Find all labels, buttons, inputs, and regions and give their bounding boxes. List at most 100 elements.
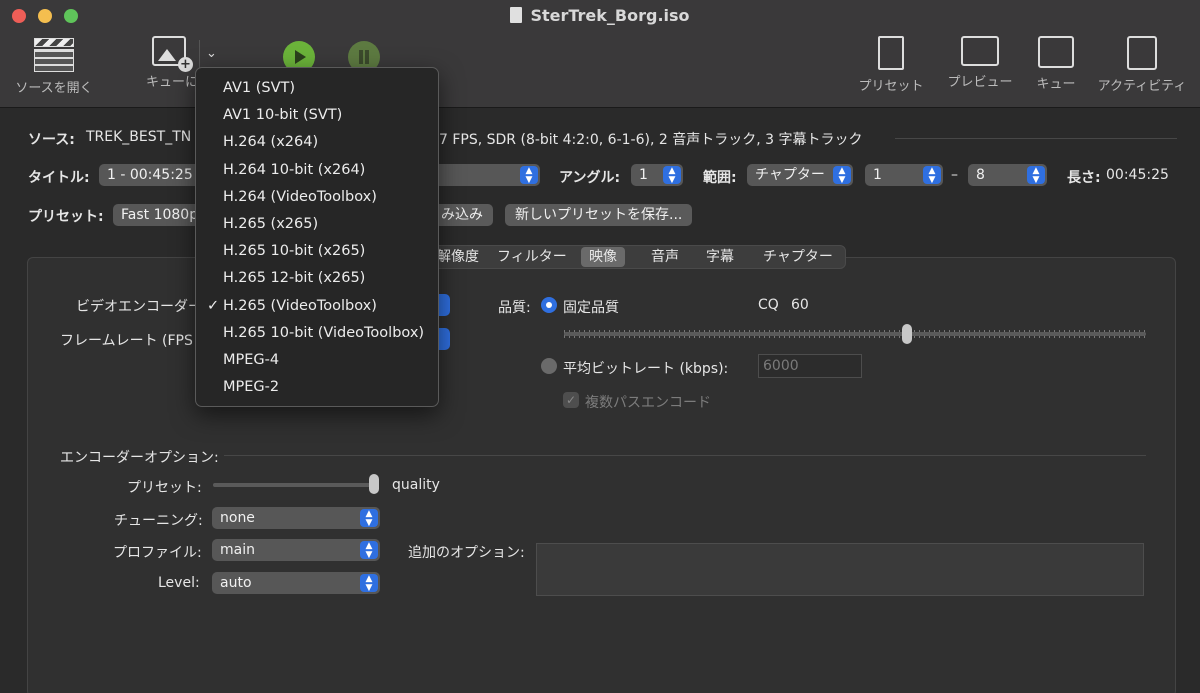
encoder-menu-item[interactable]: MPEG-4 — [196, 347, 438, 374]
angle-label: アングル: — [559, 170, 621, 186]
multipass-label: 複数パスエンコード — [585, 395, 711, 411]
source-divider — [895, 138, 1177, 139]
encoder-menu-item-label: H.265 10-bit (VideoToolbox) — [223, 324, 425, 341]
cq-value: 60 — [791, 297, 809, 313]
level-value: auto — [220, 575, 252, 591]
encoder-preset-value: quality — [392, 477, 440, 493]
framerate-label: フレームレート (FPS — [60, 333, 193, 349]
encoder-menu-item[interactable]: H.265 10-bit (x265) — [196, 238, 438, 265]
average-bitrate-label: 平均ビットレート (kbps): — [563, 361, 729, 377]
quality-slider-knob[interactable] — [902, 324, 913, 344]
encoder-preset-label: プリセット: — [127, 480, 202, 496]
encoder-menu-item-label: MPEG-2 — [223, 379, 280, 396]
encoder-menu-item[interactable]: H.265 12-bit (x265) — [196, 265, 438, 292]
tune-select[interactable]: none ▲ ▼ — [212, 507, 380, 529]
updown-arrows-icon: ▲ ▼ — [360, 574, 378, 593]
encoder-menu-item-label: AV1 10-bit (SVT) — [223, 107, 343, 124]
checkmark-icon: ✓ — [207, 297, 220, 314]
profile-label: プロファイル: — [113, 545, 202, 561]
range-end-value: 8 — [976, 167, 985, 183]
range-start-value: 1 — [873, 167, 882, 183]
encoder-menu-item-label: MPEG-4 — [223, 351, 280, 368]
encoder-menu-item-label: H.265 (VideoToolbox) — [223, 297, 377, 314]
open-source-button[interactable]: ソースを開く — [8, 36, 100, 96]
activity-label: アクティビティ — [1097, 79, 1187, 94]
clapperboard-icon — [34, 36, 74, 72]
encoder-menu-item[interactable]: H.264 (x264) — [196, 129, 438, 156]
window-title-text: SterTrek_Borg.iso — [530, 6, 690, 25]
constant-quality-label: 固定品質 — [563, 300, 619, 316]
updown-arrows-icon: ▲ ▼ — [1027, 166, 1045, 185]
encoder-menu-item[interactable]: AV1 (SVT) — [196, 75, 438, 102]
preset-value: Fast 1080p — [121, 207, 199, 223]
open-source-label: ソースを開く — [15, 81, 93, 96]
encoder-menu-item[interactable]: ✓ H.265 (VideoToolbox) — [196, 293, 438, 320]
profile-value: main — [220, 542, 255, 558]
toolbar: SterTrek_Borg.iso ソースを開く + キューに ⌄ プリセット … — [0, 0, 1200, 108]
tab-audio[interactable]: 音声 — [643, 247, 687, 267]
multipass-checkbox[interactable]: ✓ — [563, 392, 579, 408]
preset-label: プリセット: — [28, 209, 104, 225]
level-label: Level: — [158, 575, 200, 591]
quality-slider[interactable] — [564, 332, 1146, 336]
encoder-preset-knob[interactable] — [369, 474, 379, 494]
encoder-menu-item-label: H.264 (x264) — [223, 134, 319, 151]
updown-arrows-icon: ▲ ▼ — [663, 166, 681, 185]
queue-label: キュー — [1036, 77, 1076, 92]
encoder-menu-item-label: H.264 10-bit (x264) — [223, 161, 366, 178]
save-new-preset-label: 新しいプリセットを保存... — [515, 207, 683, 223]
activity-button[interactable]: アクティビティ — [1090, 36, 1194, 94]
encoder-options-title: エンコーダーオプション: — [60, 450, 219, 466]
tab-filters[interactable]: フィルター — [489, 247, 575, 267]
video-encoder-label: ビデオエンコーダー — [76, 299, 202, 315]
add-image-icon: + — [152, 36, 193, 72]
encoder-menu-item[interactable]: AV1 10-bit (SVT) — [196, 102, 438, 129]
tab-chapters[interactable]: チャプター — [755, 247, 841, 267]
encoder-menu-item[interactable]: H.264 (VideoToolbox) — [196, 184, 438, 211]
angle-select[interactable]: 1 ▲ ▼ — [631, 164, 683, 186]
encoder-menu-item-label: H.264 (VideoToolbox) — [223, 188, 377, 205]
average-bitrate-radio[interactable] — [541, 358, 557, 374]
preview-button[interactable]: プレビュー — [940, 36, 1020, 90]
updown-arrows-icon: ▲ ▼ — [833, 166, 851, 185]
activity-log-icon — [1127, 36, 1157, 70]
angle-value: 1 — [639, 167, 648, 183]
tune-label: チューニング: — [114, 513, 203, 529]
encoder-menu-item-label: AV1 (SVT) — [223, 80, 296, 96]
presets-label: プリセット — [858, 79, 924, 94]
cq-label: CQ — [758, 297, 779, 313]
quality-label: 品質: — [498, 300, 531, 316]
additional-options-field[interactable] — [536, 543, 1144, 596]
preset-select[interactable]: Fast 1080p — [113, 204, 203, 226]
length-value: 00:45:25 — [1106, 167, 1169, 183]
reload-preset-label: み込み — [441, 207, 483, 223]
updown-arrows-icon: ▲ ▼ — [360, 541, 378, 560]
encoder-menu-item[interactable]: H.264 10-bit (x264) — [196, 157, 438, 184]
constant-quality-radio[interactable] — [541, 297, 557, 313]
tab-subtitles[interactable]: 字幕 — [698, 247, 742, 267]
encoder-menu-item[interactable]: H.265 10-bit (VideoToolbox) — [196, 320, 438, 347]
length-label: 長さ: — [1067, 170, 1101, 186]
preset-document-gear-icon — [878, 36, 904, 70]
title-select-value: 1 - 00:45:25 — [107, 167, 193, 183]
level-select[interactable]: auto ▲ ▼ — [212, 572, 380, 594]
encoder-menu-item-label: H.265 12-bit (x265) — [223, 270, 366, 287]
source-info: 7 FPS, SDR (8-bit 4:2:0, 6-1-6), 2 音声トラッ… — [439, 132, 863, 148]
range-type-select[interactable]: チャプター ▲ ▼ — [747, 164, 853, 186]
range-label: 範囲: — [703, 170, 737, 186]
queue-button[interactable]: キュー — [1028, 36, 1084, 92]
encoder-menu-item[interactable]: H.265 (x265) — [196, 211, 438, 238]
presets-button[interactable]: プリセット — [852, 36, 930, 94]
profile-select[interactable]: main ▲ ▼ — [212, 539, 380, 561]
range-start-select[interactable]: 1 ▲ ▼ — [865, 164, 943, 186]
save-new-preset-button[interactable]: 新しいプリセットを保存... — [505, 204, 693, 226]
range-dash: – — [951, 167, 958, 183]
window-title: SterTrek_Borg.iso — [0, 6, 1200, 25]
encoder-menu-item[interactable]: MPEG-2 — [196, 374, 438, 401]
chevron-down-icon[interactable]: ⌄ — [206, 46, 217, 61]
tab-video[interactable]: 映像 — [581, 247, 625, 267]
average-bitrate-field[interactable]: 6000 — [758, 354, 862, 378]
updown-arrows-icon: ▲ ▼ — [520, 166, 538, 185]
encoder-preset-slider[interactable] — [213, 483, 379, 487]
range-end-select[interactable]: 8 ▲ ▼ — [968, 164, 1047, 186]
